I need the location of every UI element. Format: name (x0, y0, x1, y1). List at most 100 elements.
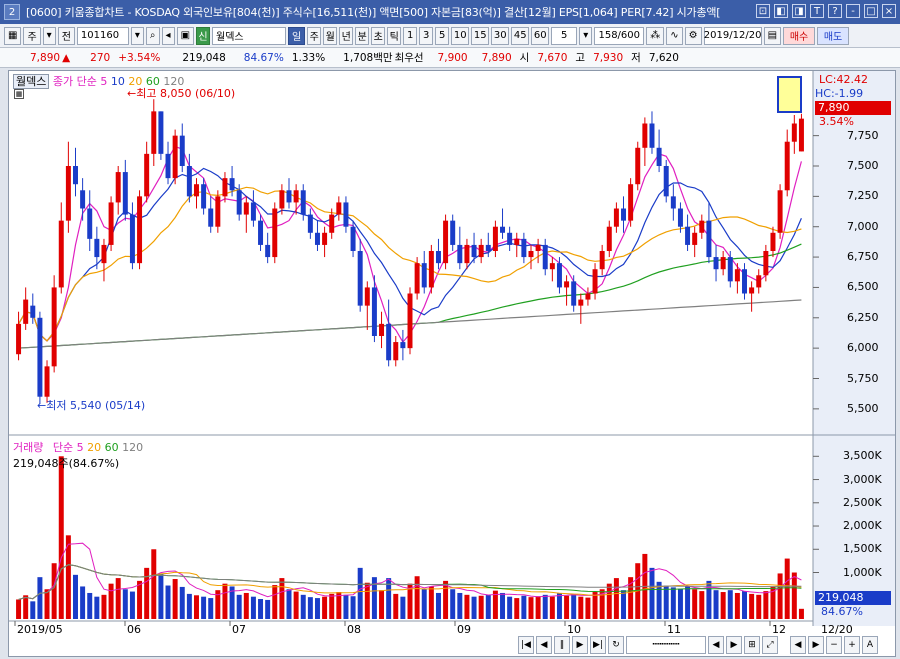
search-icon[interactable]: ⌕ (145, 26, 160, 45)
speaker-icon[interactable]: ◂ (161, 26, 175, 45)
volume-bar (172, 579, 178, 619)
highlight-box[interactable] (777, 76, 802, 113)
zoom-slider[interactable]: ┅┅┅┅┅ (626, 636, 706, 654)
text-icon[interactable]: T (810, 4, 824, 18)
candle-body (435, 251, 441, 264)
zoom-in-icon[interactable]: + (844, 636, 860, 654)
candle-body (300, 190, 306, 215)
help-icon[interactable]: ? (828, 4, 842, 18)
play-icon[interactable]: ▶ (808, 636, 824, 654)
candle-body (535, 244, 541, 251)
tab-daily[interactable]: 일 (288, 26, 306, 45)
candle-body (179, 135, 185, 166)
volume-bar (621, 590, 627, 619)
layout-icon[interactable]: ⊡ (756, 4, 770, 18)
count-input[interactable]: 158/600 (594, 26, 645, 45)
chevron-down-icon[interactable]: ▾ (42, 26, 56, 45)
candle-body (122, 172, 128, 215)
tab-tick[interactable]: 틱 (387, 26, 402, 45)
candle-body (87, 208, 93, 239)
scroll-prev-icon[interactable]: ◀ (536, 636, 552, 654)
chart-area[interactable]: 월덱스 종가 단순 5 10 20 60 120 ▦ ←최고 8,050 (06… (8, 70, 896, 657)
stock-code-input[interactable]: 101160 (76, 26, 129, 45)
candle-body (514, 238, 520, 245)
dock-left-icon[interactable]: ◧ (774, 4, 788, 18)
interval-60[interactable]: 60 (531, 26, 550, 45)
interval-30[interactable]: 30 (491, 26, 510, 45)
interval-45[interactable]: 45 (511, 26, 530, 45)
sell-button[interactable]: 매도 (817, 26, 850, 45)
candle-body (720, 257, 726, 270)
volume-tick-label: 3,500K (843, 449, 882, 463)
tab-yearly[interactable]: 년 (339, 26, 354, 45)
minimize-icon[interactable]: - (846, 4, 860, 18)
candle-body (421, 263, 427, 288)
scroll-left-end-icon[interactable]: ◀ (708, 636, 724, 654)
candle-body (521, 238, 527, 258)
interval-input[interactable]: 5 (551, 26, 578, 45)
date-input[interactable]: 2019/12/20 (703, 26, 762, 45)
close-icon[interactable]: × (882, 4, 896, 18)
candle-body (272, 208, 278, 258)
interval-dropdown-icon[interactable]: ▾ (579, 26, 593, 45)
candle-body (357, 251, 363, 306)
candle-body (606, 226, 612, 251)
dock-right-icon[interactable]: ◨ (792, 4, 806, 18)
scroll-next-icon[interactable]: ▶ (572, 636, 588, 654)
period-type-select[interactable]: 주 (23, 26, 41, 45)
interval-3[interactable]: 3 (419, 26, 434, 45)
settings-icon[interactable]: ⚙ (684, 26, 702, 45)
price-change: 270 (90, 51, 111, 64)
scroll-last-icon[interactable]: ▶| (590, 636, 606, 654)
chart-svg[interactable] (9, 71, 895, 656)
vol-ma20-label: 20 (87, 441, 102, 454)
scroll-right-end-icon[interactable]: ▶ (726, 636, 742, 654)
volume-bar (165, 585, 171, 619)
code-dropdown-icon[interactable]: ▾ (130, 26, 144, 45)
candle-body (692, 232, 698, 245)
font-size-icon[interactable]: A (862, 636, 878, 654)
scroll-first-icon[interactable]: |◀ (518, 636, 534, 654)
fit-icon[interactable]: ⊞ (744, 636, 760, 654)
panel-menu-icon[interactable]: ▦ (14, 89, 24, 99)
volume-bar (137, 580, 143, 619)
interval-1[interactable]: 1 (403, 26, 418, 45)
indicator-icon[interactable]: ∿ (666, 26, 683, 45)
tab-minute[interactable]: 분 (355, 26, 370, 45)
pause-icon[interactable]: ‖ (554, 636, 570, 654)
grid-icon[interactable]: ▦ (4, 26, 22, 45)
candle-body (73, 166, 78, 185)
zoom-out-icon[interactable]: − (826, 636, 842, 654)
volume-bar (756, 594, 762, 619)
volume-bar (151, 549, 157, 619)
maximize-icon[interactable]: □ (864, 4, 878, 18)
ma-type-label: 종가 단순 (52, 75, 97, 88)
refresh-icon[interactable]: ↻ (608, 636, 624, 654)
volume-bar (685, 586, 691, 619)
candle-body (222, 178, 228, 197)
stock-name-field[interactable]: 월덱스 (212, 26, 287, 45)
interval-10[interactable]: 10 (451, 26, 470, 45)
rewind-icon[interactable]: ◀ (790, 636, 806, 654)
calendar-icon[interactable]: ▤ (763, 26, 782, 45)
candle-body (443, 220, 449, 264)
tab-second[interactable]: 초 (371, 26, 386, 45)
candle-body (208, 208, 214, 227)
interval-15[interactable]: 15 (471, 26, 490, 45)
candle-body (713, 257, 719, 270)
candle-body (727, 257, 733, 282)
lock-icon[interactable]: ▣ (176, 26, 195, 45)
volume-bar (193, 595, 199, 619)
buy-button[interactable]: 매수 (783, 26, 816, 45)
candle-body (186, 166, 192, 197)
candle-body (16, 323, 22, 355)
volume-bar (578, 596, 584, 619)
title-bar: 2 [0600] 키움종합차트 - KOSDAQ 외국인보유[804(천)] 주… (0, 0, 900, 24)
tab-weekly[interactable]: 주 (307, 26, 322, 45)
tab-monthly[interactable]: 월 (323, 26, 338, 45)
interval-5[interactable]: 5 (435, 26, 450, 45)
expand-icon[interactable]: ⤢ (762, 636, 778, 654)
prev-button[interactable]: 전 (57, 26, 75, 45)
candle-type-icon[interactable]: ⁂ (646, 26, 665, 45)
volume-bar (649, 567, 655, 619)
